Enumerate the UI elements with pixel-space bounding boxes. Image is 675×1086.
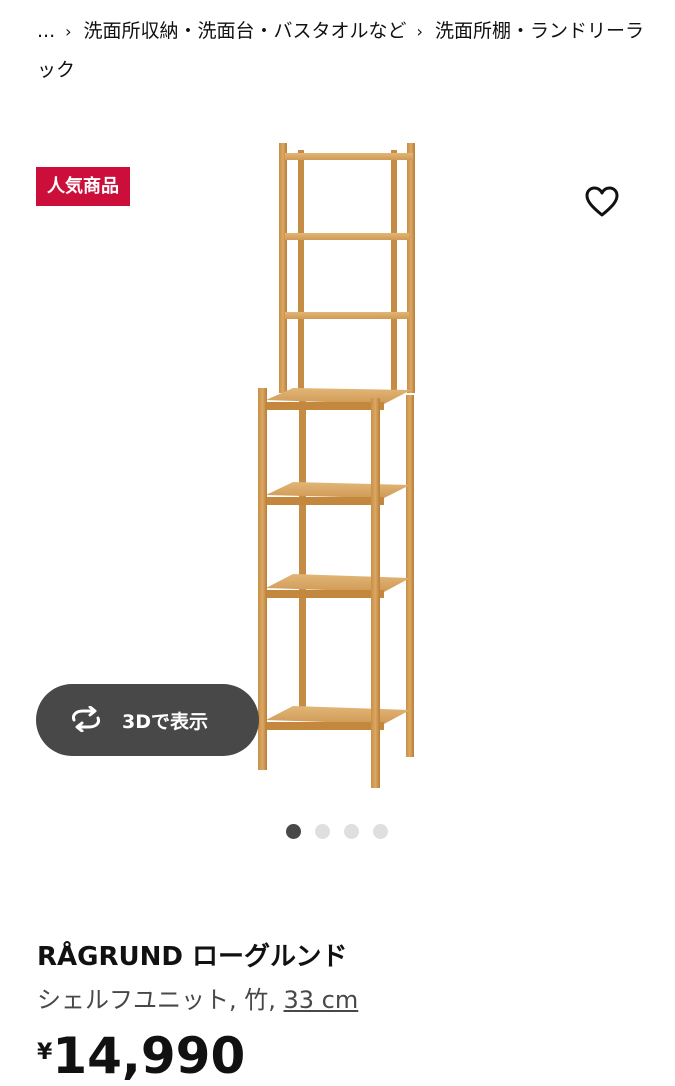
chevron-right-icon: ›	[416, 22, 423, 41]
chevron-right-icon: ›	[65, 22, 72, 41]
product-name: RÅGRUND ローグルンド	[37, 942, 348, 972]
carousel-dot-1[interactable]	[286, 824, 301, 839]
carousel-dot-4[interactable]	[373, 824, 388, 839]
view-3d-label: 3Dで表示	[122, 711, 208, 733]
view-3d-button[interactable]: 3Dで表示	[36, 684, 259, 756]
price-amount: 14,990	[52, 1027, 246, 1085]
breadcrumb-item-bathroom-storage[interactable]: 洗面所収納・洗面台・バスタオルなど	[84, 20, 407, 42]
product-description-text: シェルフユニット, 竹,	[37, 986, 284, 1014]
carousel-dot-3[interactable]	[344, 824, 359, 839]
product-price: ¥14,990	[37, 1026, 245, 1086]
product-size-link[interactable]: 33 cm	[284, 986, 359, 1014]
breadcrumb: ... › 洗面所収納・洗面台・バスタオルなど › 洗面所棚・ランドリーラック	[37, 12, 647, 89]
carousel-dots	[286, 824, 388, 839]
product-description: シェルフユニット, 竹, 33 cm	[37, 980, 358, 1015]
price-currency: ¥	[37, 1040, 53, 1065]
rotate-arrows-icon	[72, 706, 100, 732]
popular-badge: 人気商品	[36, 167, 130, 206]
carousel-dot-2[interactable]	[315, 824, 330, 839]
heart-icon[interactable]	[583, 184, 621, 220]
breadcrumb-ellipsis[interactable]: ...	[37, 20, 55, 42]
